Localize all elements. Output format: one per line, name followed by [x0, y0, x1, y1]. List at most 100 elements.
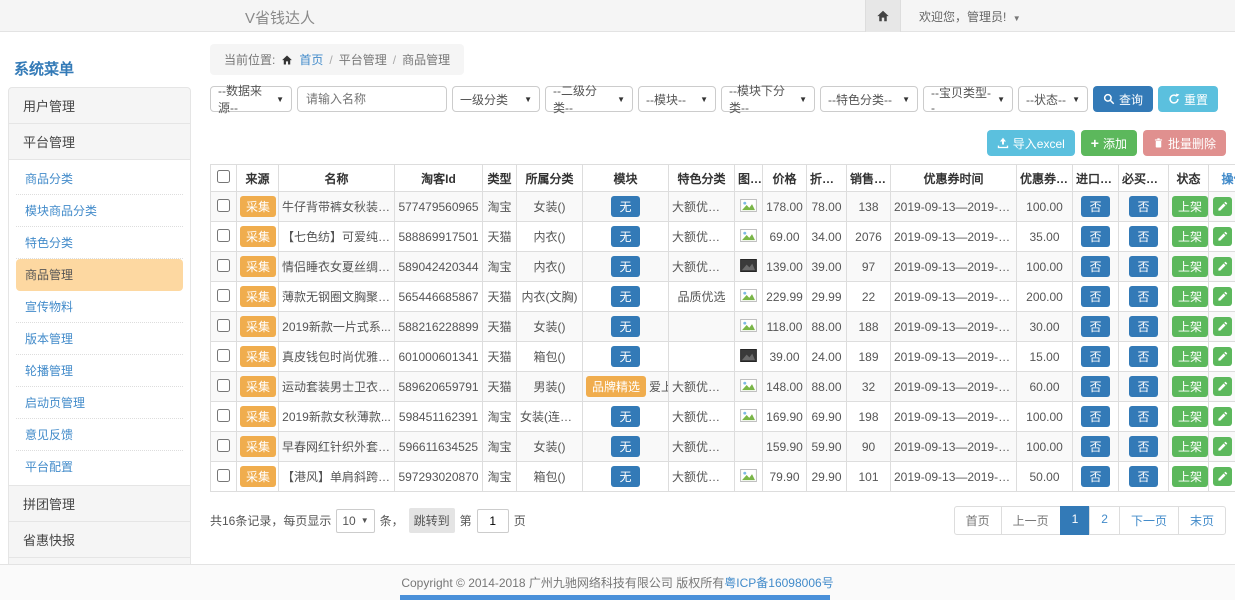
source-badge[interactable]: 采集: [240, 226, 276, 247]
page-button-1[interactable]: 1: [1060, 506, 1091, 535]
module-none-button[interactable]: 无: [611, 226, 639, 247]
row-checkbox[interactable]: [217, 409, 230, 422]
source-badge[interactable]: 采集: [240, 316, 276, 337]
edit-button[interactable]: [1213, 197, 1232, 216]
row-checkbox[interactable]: [217, 259, 230, 272]
status-button[interactable]: 上架: [1172, 286, 1208, 307]
module-none-button[interactable]: 无: [611, 286, 639, 307]
module-none-button[interactable]: 无: [611, 436, 639, 457]
level2-category-select[interactable]: --二级分类--▼: [545, 86, 633, 112]
sidebar-item-4[interactable]: 宣传物料: [16, 291, 183, 323]
status-button[interactable]: 上架: [1172, 256, 1208, 277]
sidebar-item-9[interactable]: 平台配置: [16, 451, 183, 482]
must-buy-toggle[interactable]: 否: [1129, 286, 1157, 307]
import-select-toggle[interactable]: 否: [1081, 406, 1109, 427]
edit-button[interactable]: [1213, 257, 1232, 276]
sidebar-group-platform[interactable]: 平台管理: [8, 123, 191, 160]
edit-button[interactable]: [1213, 377, 1232, 396]
sidebar-item-8[interactable]: 意见反馈: [16, 419, 183, 451]
row-checkbox[interactable]: [217, 469, 230, 482]
import-select-toggle[interactable]: 否: [1081, 256, 1109, 277]
row-checkbox[interactable]: [217, 379, 230, 392]
module-none-button[interactable]: 无: [611, 466, 639, 487]
must-buy-toggle[interactable]: 否: [1129, 376, 1157, 397]
edit-button[interactable]: [1213, 287, 1232, 306]
module-none-button[interactable]: 无: [611, 346, 639, 367]
status-button[interactable]: 上架: [1172, 346, 1208, 367]
search-button[interactable]: 查询: [1093, 86, 1153, 112]
page-button-下一页[interactable]: 下一页: [1119, 506, 1179, 535]
import-select-toggle[interactable]: 否: [1081, 376, 1109, 397]
source-badge[interactable]: 采集: [240, 286, 276, 307]
must-buy-toggle[interactable]: 否: [1129, 346, 1157, 367]
status-button[interactable]: 上架: [1172, 376, 1208, 397]
row-checkbox[interactable]: [217, 439, 230, 452]
module-none-button[interactable]: 无: [611, 256, 639, 277]
sidebar-item-0[interactable]: 商品分类: [16, 163, 183, 195]
status-button[interactable]: 上架: [1172, 436, 1208, 457]
data-source-select[interactable]: --数据来源--▼: [210, 86, 292, 112]
source-badge[interactable]: 采集: [240, 376, 276, 397]
source-badge[interactable]: 采集: [240, 346, 276, 367]
row-checkbox[interactable]: [217, 319, 230, 332]
must-buy-toggle[interactable]: 否: [1129, 406, 1157, 427]
edit-button[interactable]: [1213, 437, 1232, 456]
must-buy-toggle[interactable]: 否: [1129, 226, 1157, 247]
module-none-button[interactable]: 无: [611, 196, 639, 217]
sidebar-item-3[interactable]: 商品管理: [16, 259, 183, 291]
special-category-select[interactable]: --特色分类--▼: [820, 86, 918, 112]
row-checkbox[interactable]: [217, 199, 230, 212]
must-buy-toggle[interactable]: 否: [1129, 196, 1157, 217]
sidebar-item-7[interactable]: 启动页管理: [16, 387, 183, 419]
must-buy-toggle[interactable]: 否: [1129, 256, 1157, 277]
jump-to-button[interactable]: 跳转到: [409, 508, 455, 533]
page-button-上一页[interactable]: 上一页: [1001, 506, 1061, 535]
add-button[interactable]: + 添加: [1081, 130, 1137, 156]
import-select-toggle[interactable]: 否: [1081, 346, 1109, 367]
row-checkbox[interactable]: [217, 229, 230, 242]
module-none-button[interactable]: 无: [611, 406, 639, 427]
module-select[interactable]: --模块--▼: [638, 86, 716, 112]
sidebar-item-5[interactable]: 版本管理: [16, 323, 183, 355]
page-button-首页[interactable]: 首页: [954, 506, 1002, 535]
per-page-select[interactable]: 10 ▼: [336, 509, 374, 533]
sidebar-item-6[interactable]: 轮播管理: [16, 355, 183, 387]
horizontal-scrollbar-thumb[interactable]: [400, 595, 830, 600]
sidebar-group-users[interactable]: 用户管理: [8, 87, 191, 124]
sidebar-group-bottom-1[interactable]: 省惠快报: [8, 521, 191, 558]
module-subcategory-select[interactable]: --模块下分类--▼: [721, 86, 815, 112]
breadcrumb-home-link[interactable]: 首页: [299, 51, 323, 68]
source-badge[interactable]: 采集: [240, 196, 276, 217]
module-badge[interactable]: 品牌精选: [586, 376, 646, 397]
reset-button[interactable]: 重置: [1158, 86, 1218, 112]
status-button[interactable]: 上架: [1172, 466, 1208, 487]
home-button[interactable]: [865, 0, 901, 32]
row-checkbox[interactable]: [217, 349, 230, 362]
import-select-toggle[interactable]: 否: [1081, 196, 1109, 217]
edit-button[interactable]: [1213, 407, 1232, 426]
name-input[interactable]: [297, 86, 447, 112]
page-button-2[interactable]: 2: [1089, 506, 1120, 535]
edit-button[interactable]: [1213, 227, 1232, 246]
source-badge[interactable]: 采集: [240, 466, 276, 487]
status-button[interactable]: 上架: [1172, 196, 1208, 217]
import-select-toggle[interactable]: 否: [1081, 436, 1109, 457]
page-number-input[interactable]: [477, 509, 509, 533]
import-select-toggle[interactable]: 否: [1081, 316, 1109, 337]
source-badge[interactable]: 采集: [240, 256, 276, 277]
status-select[interactable]: --状态--▼: [1018, 86, 1088, 112]
row-checkbox[interactable]: [217, 289, 230, 302]
import-select-toggle[interactable]: 否: [1081, 226, 1109, 247]
source-badge[interactable]: 采集: [240, 436, 276, 457]
batch-delete-button[interactable]: 批量删除: [1143, 130, 1226, 156]
edit-button[interactable]: [1213, 347, 1232, 366]
must-buy-toggle[interactable]: 否: [1129, 436, 1157, 457]
user-menu[interactable]: 欢迎您，管理员! ▼: [919, 8, 1021, 25]
module-none-button[interactable]: 无: [611, 316, 639, 337]
import-excel-button[interactable]: 导入excel: [987, 130, 1075, 156]
must-buy-toggle[interactable]: 否: [1129, 316, 1157, 337]
import-select-toggle[interactable]: 否: [1081, 286, 1109, 307]
status-button[interactable]: 上架: [1172, 316, 1208, 337]
edit-button[interactable]: [1213, 467, 1232, 486]
must-buy-toggle[interactable]: 否: [1129, 466, 1157, 487]
